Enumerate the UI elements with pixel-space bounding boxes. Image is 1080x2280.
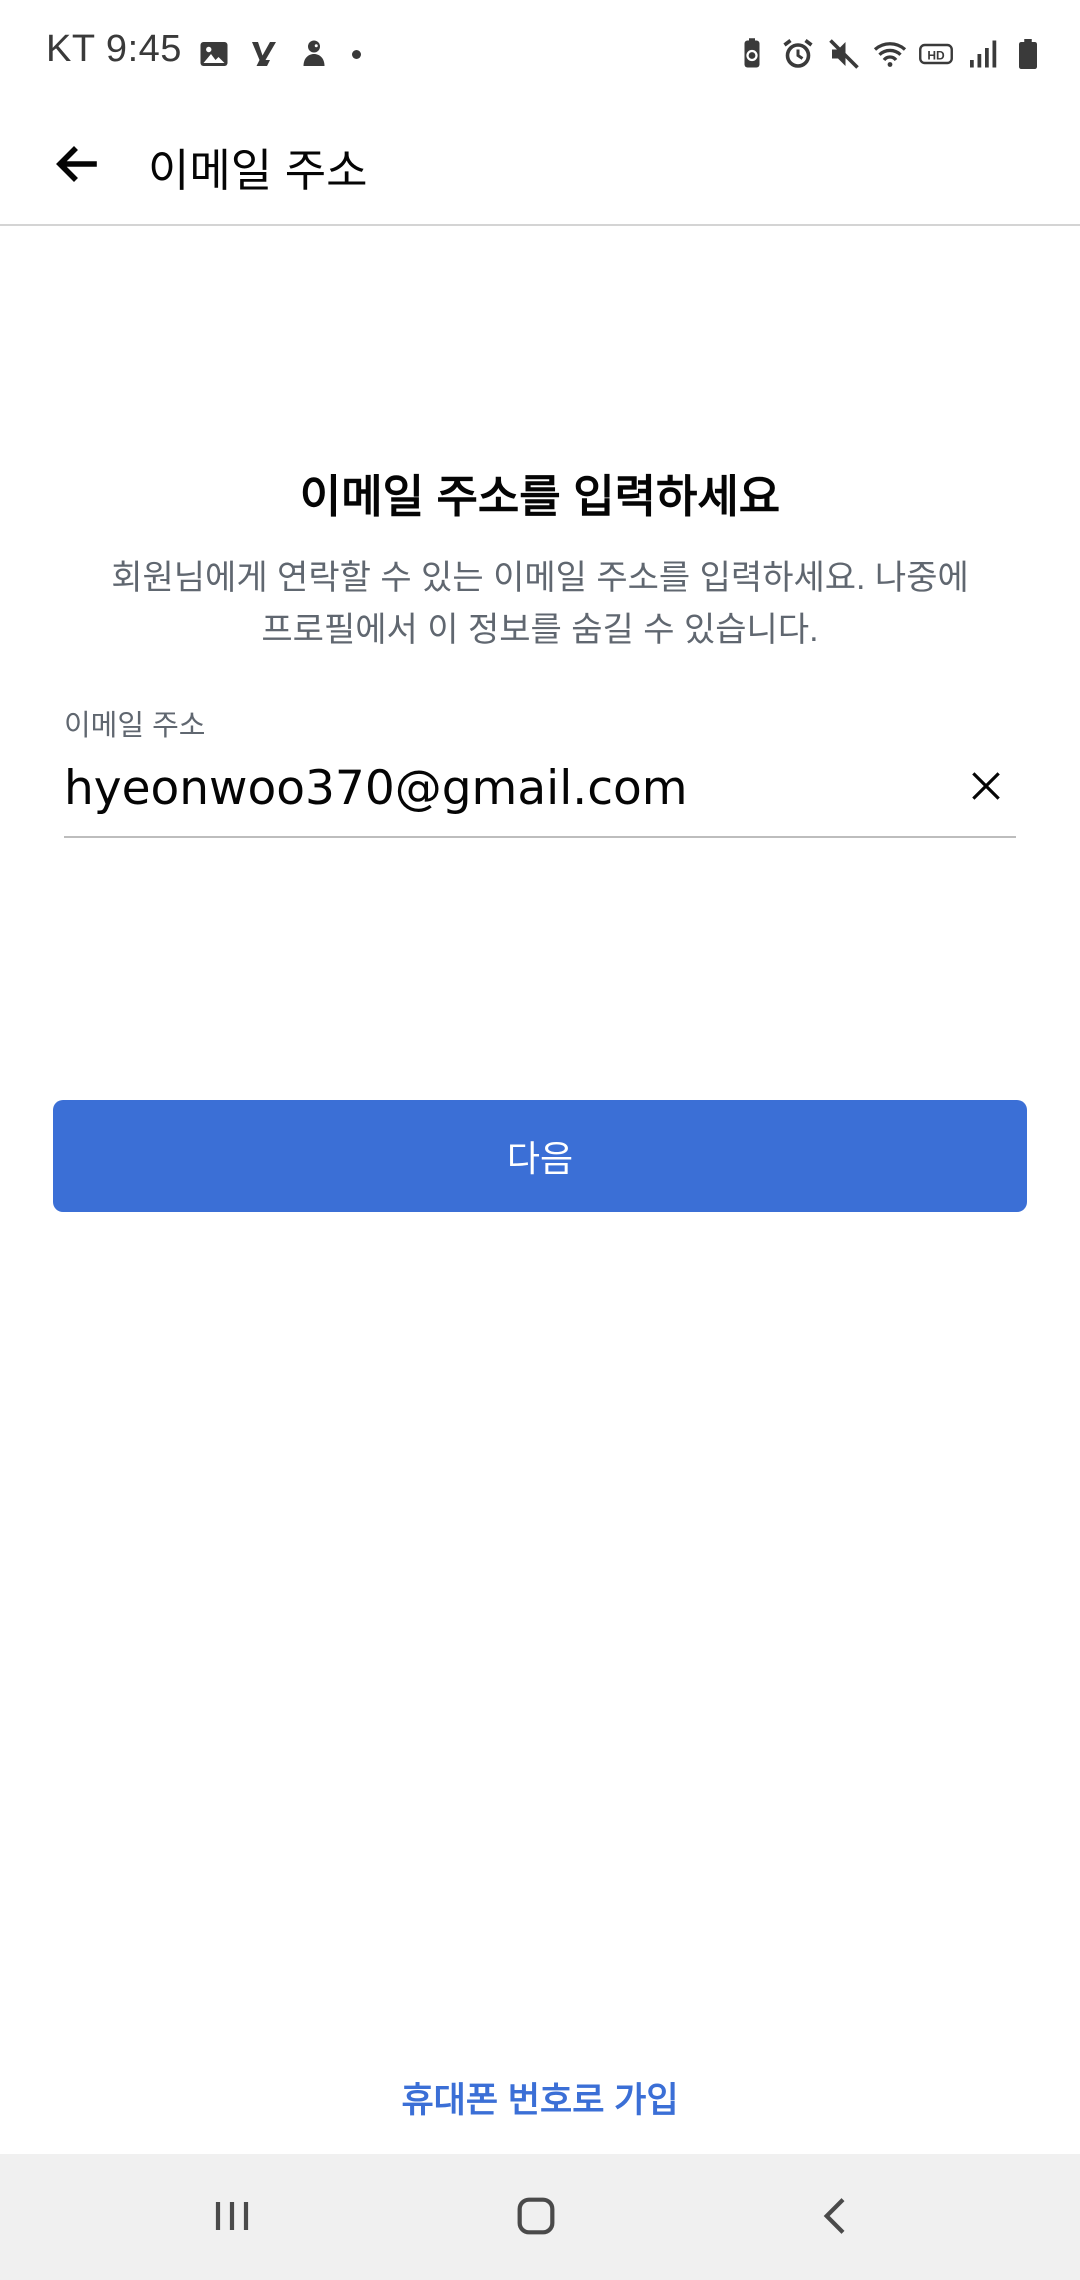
email-input[interactable] — [64, 756, 924, 820]
back-button[interactable] — [40, 130, 112, 202]
next-button[interactable]: 다음 — [53, 1100, 1027, 1212]
app-bar: 이메일 주소 — [0, 110, 1080, 226]
close-icon — [967, 767, 1005, 810]
email-field-label: 이메일 주소 — [64, 710, 206, 742]
back-chevron-icon — [808, 2188, 864, 2249]
recent-apps-icon — [204, 2188, 260, 2249]
svg-text:HD: HD — [927, 48, 945, 62]
alarm-icon — [780, 36, 816, 72]
recent-apps-button[interactable] — [188, 2174, 276, 2262]
hd-voice-icon: HD — [918, 36, 954, 72]
status-bar: KT 9:45 HD — [0, 0, 1080, 110]
battery-icon — [1010, 36, 1046, 72]
clear-email-button[interactable] — [956, 758, 1016, 818]
more-notifications-dot — [352, 49, 361, 59]
email-field: 이메일 주소 — [64, 700, 1016, 838]
mute-icon — [826, 36, 862, 72]
status-time: KT 9:45 — [46, 28, 182, 70]
duck-app-icon — [296, 36, 332, 72]
form-heading: 이메일 주소를 입력하세요 — [299, 471, 781, 522]
signup-with-phone-link[interactable]: 휴대폰 번호로 가입 — [0, 2072, 1080, 2123]
system-icons: HD — [734, 34, 1046, 74]
signal-icon — [964, 36, 1000, 72]
wifi-icon — [872, 36, 908, 72]
home-icon — [508, 2188, 564, 2249]
nav-back-button[interactable] — [792, 2174, 880, 2262]
arrow-left-icon — [52, 140, 100, 193]
form-description: 회원님에게 연락할 수 있는 이메일 주소를 입력하세요. 나중에 프로필에서 … — [111, 559, 969, 649]
home-button[interactable] — [492, 2174, 580, 2262]
system-nav-bar — [0, 2154, 1080, 2280]
battery-saver-icon — [734, 36, 770, 72]
page-title: 이메일 주소 — [148, 145, 368, 196]
flash-app-icon — [246, 36, 282, 72]
gallery-icon — [196, 36, 232, 72]
notification-icons — [196, 34, 361, 74]
